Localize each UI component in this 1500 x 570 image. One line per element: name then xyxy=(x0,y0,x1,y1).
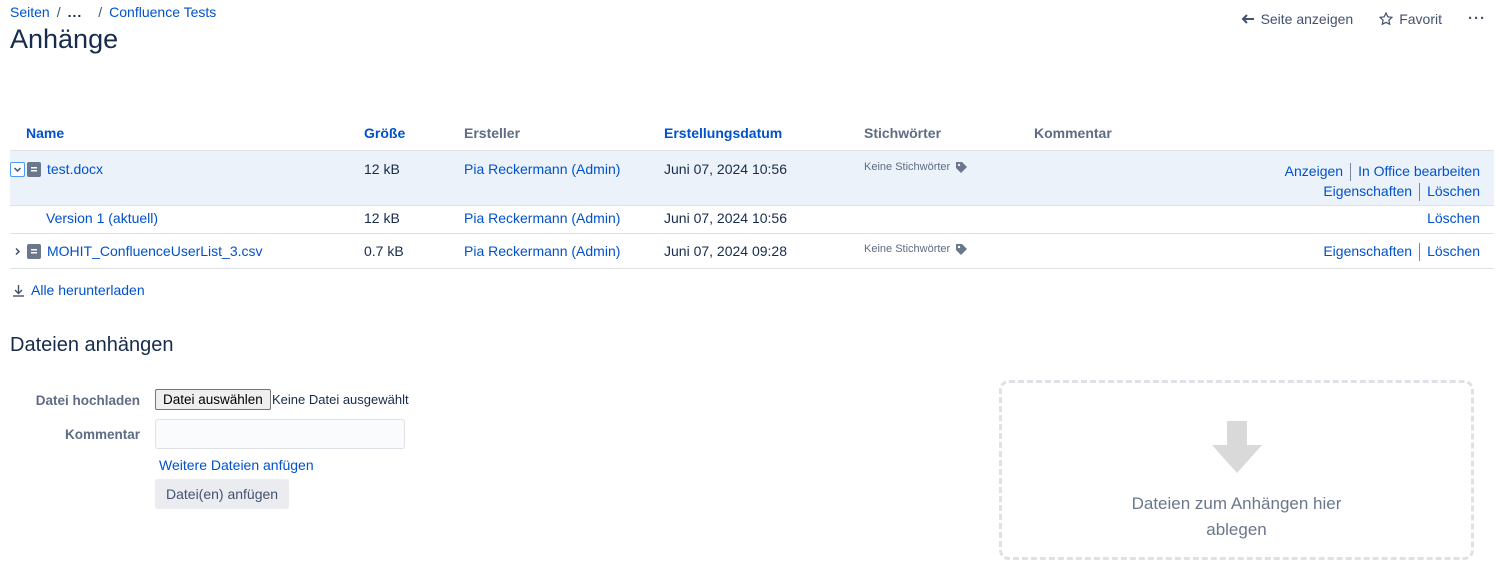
expand-toggle[interactable] xyxy=(10,244,25,259)
table-row: test.docx 12 kB Pia Reckermann (Admin) J… xyxy=(10,150,1494,206)
attachment-size: 12 kB xyxy=(364,160,400,177)
table-row-version: Version 1 (aktuell) 12 kB Pia Reckermann… xyxy=(10,205,1494,234)
delete-action[interactable]: Löschen xyxy=(1427,241,1480,261)
column-header-name[interactable]: Name xyxy=(10,116,364,151)
no-file-status: Keine Datei ausgewählt xyxy=(272,392,409,407)
tags-cell[interactable]: Keine Stichwörter xyxy=(864,234,1034,256)
column-header-creator: Ersteller xyxy=(464,116,664,151)
tags-cell xyxy=(864,205,1034,234)
drop-zone-text: Dateien zum Anhängen hier ablegen xyxy=(1131,494,1342,539)
version-link[interactable]: Version 1 (aktuell) xyxy=(46,210,158,226)
breadcrumb-ellipsis[interactable]: ... xyxy=(68,4,83,20)
page-actions: Seite anzeigen Favorit ··· xyxy=(1241,10,1486,27)
column-header-comment: Kommentar xyxy=(1034,116,1214,151)
breadcrumb-separator: / xyxy=(98,4,103,20)
arrow-down-icon xyxy=(1211,421,1262,473)
attachment-name-link[interactable]: MOHIT_ConfluenceUserList_3.csv xyxy=(47,243,263,259)
attachment-size: 0.7 kB xyxy=(364,242,404,259)
attachments-table: Name Größe Ersteller Erstellungsdatum St… xyxy=(10,116,1494,269)
tag-icon xyxy=(956,243,968,255)
favorite-button[interactable]: Favorit xyxy=(1379,11,1442,27)
table-header-row: Name Größe Ersteller Erstellungsdatum St… xyxy=(10,116,1494,151)
file-icon xyxy=(27,161,41,177)
page-title: Anhänge xyxy=(10,24,119,54)
star-icon xyxy=(1379,11,1394,25)
download-all-label: Alle herunterladen xyxy=(31,282,145,298)
tags-cell[interactable]: Keine Stichwörter xyxy=(864,151,1034,174)
arrow-left-icon xyxy=(1241,13,1254,24)
delete-action[interactable]: Löschen xyxy=(1427,208,1480,228)
breadcrumb-current-link[interactable]: Confluence Tests xyxy=(109,4,216,20)
upload-label: Datei hochladen xyxy=(35,393,140,408)
view-page-button[interactable]: Seite anzeigen xyxy=(1241,10,1354,27)
download-icon xyxy=(13,284,24,297)
attachment-name-link[interactable]: test.docx xyxy=(47,161,103,177)
row-actions: Anzeigen In Office bearbeiten Eigenschaft… xyxy=(1214,151,1494,202)
breadcrumb: Seiten / ... / Confluence Tests xyxy=(10,4,216,20)
attach-section-title: Dateien anhängen xyxy=(10,334,174,356)
more-actions-button[interactable]: ··· xyxy=(1468,10,1486,27)
attachment-size: 12 kB xyxy=(364,209,400,226)
column-header-tags: Stichwörter xyxy=(864,116,1034,151)
breadcrumb-separator: / xyxy=(56,4,61,20)
tags-label: Keine Stichwörter xyxy=(864,161,951,173)
properties-action[interactable]: Eigenschaften xyxy=(1323,241,1412,261)
comment-cell xyxy=(1034,205,1214,234)
edit-in-office-action[interactable]: In Office bearbeiten xyxy=(1358,161,1480,181)
comment-cell xyxy=(1034,233,1214,269)
add-more-files-link[interactable]: Weitere Dateien anfügen xyxy=(159,457,314,473)
attach-files-button[interactable]: Datei(en) anfügen xyxy=(155,479,290,509)
created-date: Juni 07, 2024 10:56 xyxy=(664,209,787,226)
file-icon xyxy=(27,243,41,259)
properties-action[interactable]: Eigenschaften xyxy=(1323,181,1412,201)
created-date: Juni 07, 2024 09:28 xyxy=(664,242,787,259)
delete-action[interactable]: Löschen xyxy=(1427,181,1480,201)
creator-link[interactable]: Pia Reckermann (Admin) xyxy=(464,243,620,259)
creator-link[interactable]: Pia Reckermann (Admin) xyxy=(464,210,620,226)
breadcrumb-root-link[interactable]: Seiten xyxy=(10,4,50,20)
chevron-right-icon xyxy=(15,247,21,255)
comment-input[interactable] xyxy=(155,419,405,449)
row-actions: Löschen xyxy=(1214,206,1494,228)
download-all-link[interactable]: Alle herunterladen xyxy=(12,282,145,298)
column-header-actions xyxy=(1214,116,1494,151)
creator-link[interactable]: Pia Reckermann (Admin) xyxy=(464,161,620,177)
tags-label: Keine Stichwörter xyxy=(864,243,951,255)
comment-label: Kommentar xyxy=(64,427,140,442)
chevron-down-icon xyxy=(13,166,22,172)
drop-zone[interactable]: Dateien zum Anhängen hier ablegen xyxy=(999,380,1474,560)
view-page-label: Seite anzeigen xyxy=(1260,10,1354,27)
column-header-size[interactable]: Größe xyxy=(364,116,464,151)
favorite-label: Favorit xyxy=(1399,10,1442,27)
created-date: Juni 07, 2024 10:56 xyxy=(664,160,787,177)
column-header-created[interactable]: Erstellungsdatum xyxy=(664,116,864,151)
row-actions: Eigenschaften Löschen xyxy=(1214,234,1494,261)
comment-cell xyxy=(1034,150,1214,206)
view-action[interactable]: Anzeigen xyxy=(1285,161,1343,181)
table-row: MOHIT_ConfluenceUserList_3.csv 0.7 kB Pi… xyxy=(10,233,1494,269)
collapse-toggle[interactable] xyxy=(10,161,25,177)
tag-icon xyxy=(956,161,968,173)
choose-file-button[interactable]: Datei auswählen xyxy=(155,389,271,410)
